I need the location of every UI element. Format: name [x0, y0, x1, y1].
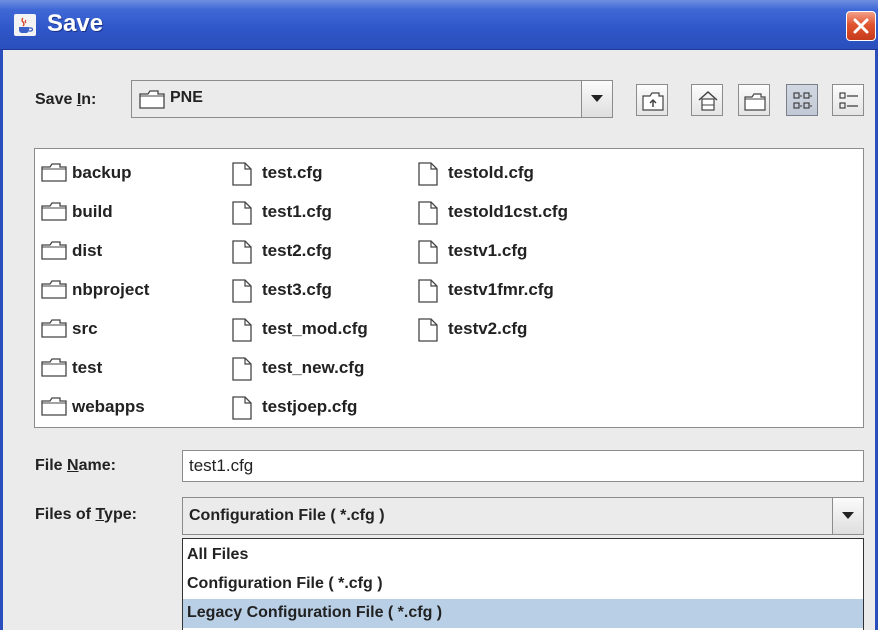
- list-view-icon: [793, 92, 812, 109]
- file-item-label: webapps: [72, 397, 145, 416]
- folder-icon: [41, 397, 67, 416]
- file-item-label: nbproject: [72, 280, 150, 299]
- file-icon: [232, 357, 252, 381]
- save-in-value: PNE: [170, 89, 203, 106]
- file-item-label: testv1fmr.cfg: [448, 280, 554, 299]
- folder-icon: [41, 280, 67, 299]
- file-type-option-legacy-configuration[interactable]: Legacy Configuration File ( *.cfg ): [183, 599, 863, 628]
- file-type-option-configuration[interactable]: Configuration File ( *.cfg ): [183, 570, 863, 599]
- file-item-label: testold1cst.cfg: [448, 202, 568, 221]
- java-cup-icon: [14, 14, 36, 36]
- folder-icon: [41, 202, 67, 221]
- file-item-label: test_mod.cfg: [262, 319, 368, 338]
- folder-icon: [41, 319, 67, 338]
- file-icon: [232, 201, 252, 225]
- file-icon: [418, 162, 438, 186]
- close-button[interactable]: [846, 11, 876, 41]
- files-of-type-value: Configuration File ( *.cfg ): [189, 507, 385, 524]
- file-item-label: testv2.cfg: [448, 319, 528, 338]
- file-item-label: build: [72, 202, 113, 221]
- file-icon: [232, 240, 252, 264]
- file-name-input[interactable]: test1.cfg: [182, 450, 864, 482]
- file-icon: [418, 318, 438, 342]
- file-item-label: test3.cfg: [262, 280, 332, 299]
- file-item-label: test: [72, 358, 103, 377]
- file-item-label: src: [72, 319, 98, 338]
- file-name-label: File Name:: [35, 457, 116, 474]
- file-list[interactable]: backup build dist nbproject src test webapps te…: [34, 148, 864, 428]
- files-of-type-dropdown-list: All Files Configuration File ( *.cfg ) L…: [182, 538, 864, 630]
- save-in-dropdown-button[interactable]: [581, 81, 612, 117]
- folder-icon: [139, 90, 165, 114]
- home-icon: [698, 90, 718, 111]
- chevron-down-icon: [591, 95, 603, 102]
- close-icon: [853, 18, 869, 34]
- file-icon: [232, 318, 252, 342]
- file-icon: [418, 240, 438, 264]
- file-icon: [418, 201, 438, 225]
- file-icon: [418, 279, 438, 303]
- up-folder-icon: [642, 92, 664, 111]
- file-icon: [232, 162, 252, 186]
- file-item-label: test_new.cfg: [262, 358, 365, 377]
- files-of-type-combo[interactable]: Configuration File ( *.cfg ): [182, 497, 864, 535]
- new-folder-button[interactable]: [738, 84, 770, 116]
- folder-icon: [41, 163, 67, 182]
- save-in-combo[interactable]: PNE: [131, 80, 613, 118]
- up-one-level-button[interactable]: [636, 84, 668, 116]
- title-bar: Save: [0, 0, 878, 50]
- chevron-down-icon: [842, 512, 854, 519]
- file-icon: [232, 279, 252, 303]
- folder-icon: [41, 358, 67, 377]
- file-type-option-all-files[interactable]: All Files: [183, 541, 863, 570]
- file-item-label: testjoep.cfg: [262, 397, 358, 416]
- home-button[interactable]: [691, 84, 723, 116]
- window-title: Save: [47, 10, 104, 37]
- files-of-type-dropdown-button[interactable]: [832, 498, 863, 534]
- file-item-label: testv1.cfg: [448, 241, 528, 260]
- file-icon: [232, 396, 252, 420]
- files-of-type-label: Files of Type:: [35, 506, 137, 523]
- file-item-label: test.cfg: [262, 163, 323, 182]
- file-item-label: test2.cfg: [262, 241, 332, 260]
- file-item-label: backup: [72, 163, 132, 182]
- folder-icon: [41, 241, 67, 260]
- file-item-label: test1.cfg: [262, 202, 332, 221]
- file-item-label: dist: [72, 241, 103, 260]
- list-view-button[interactable]: [786, 84, 818, 116]
- details-view-icon: [839, 92, 858, 109]
- save-in-label: Save In:: [35, 91, 97, 108]
- file-item-label: testold.cfg: [448, 163, 534, 182]
- new-folder-icon: [744, 93, 766, 111]
- details-view-button[interactable]: [832, 84, 864, 116]
